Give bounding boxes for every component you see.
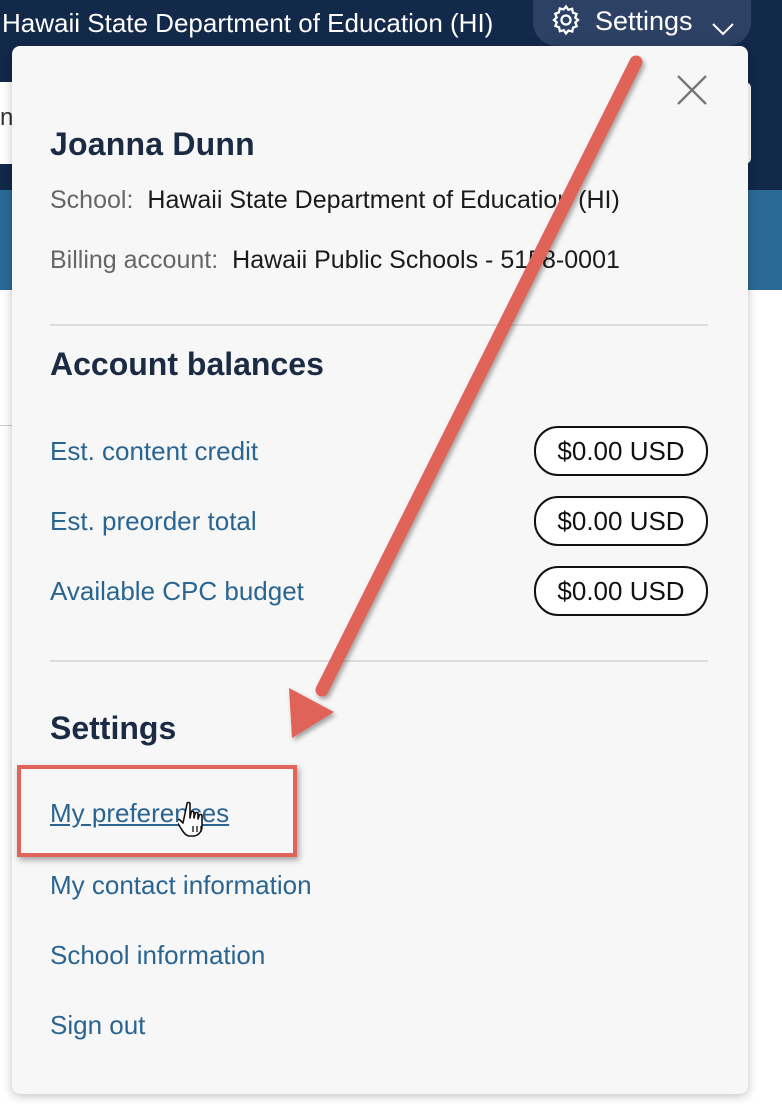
hand-pointer-icon xyxy=(175,800,212,845)
annotation-arrow xyxy=(289,55,643,738)
